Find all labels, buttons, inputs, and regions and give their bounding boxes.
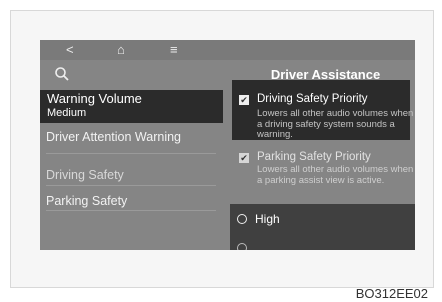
figure-caption: BO312EE02 <box>355 286 428 301</box>
back-icon[interactable]: < <box>66 41 74 59</box>
infotainment-screen: < ⌂ ≡ Driver Assistance Warning Volume M… <box>40 40 415 250</box>
menu-divider <box>46 185 216 186</box>
menu-icon[interactable]: ≡ <box>170 41 178 59</box>
menu-item-driver-attention[interactable]: Driver Attention Warning <box>46 130 221 144</box>
driving-priority-checkbox[interactable]: ✔ <box>239 95 249 105</box>
volume-radio[interactable] <box>237 243 247 250</box>
menu-divider <box>46 210 216 211</box>
driving-priority-label: Driving Safety Priority <box>257 93 368 105</box>
parking-priority-desc: Lowers all other audio volumes when a pa… <box>257 164 414 186</box>
volume-high-label[interactable]: High <box>255 212 280 226</box>
volume-high-radio[interactable] <box>237 214 247 224</box>
home-icon[interactable]: ⌂ <box>117 41 125 59</box>
driving-priority-desc: Lowers all other audio volumes when a dr… <box>257 108 414 140</box>
search-icon[interactable] <box>54 66 70 87</box>
warning-volume-options-panel: High <box>230 204 415 250</box>
menu-item-driving-safety[interactable]: Driving Safety <box>46 168 221 182</box>
menu-item-warning-volume[interactable]: Warning Volume Medium <box>40 90 223 123</box>
menu-divider <box>46 153 216 154</box>
top-nav-bar: < ⌂ ≡ <box>40 40 415 60</box>
menu-item-parking-safety[interactable]: Parking Safety <box>46 194 221 208</box>
warning-volume-value: Medium <box>47 107 87 119</box>
parking-priority-checkbox[interactable]: ✔ <box>239 153 249 163</box>
parking-priority-label: Parking Safety Priority <box>257 151 371 163</box>
warning-volume-label: Warning Volume <box>47 91 142 106</box>
